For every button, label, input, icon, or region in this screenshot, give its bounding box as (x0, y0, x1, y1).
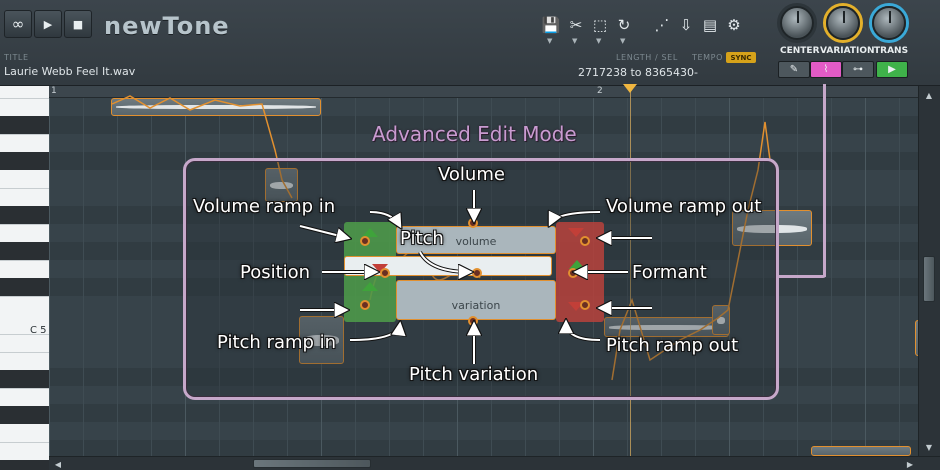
label-pitch-ramp-out: Pitch ramp out (606, 335, 739, 356)
label-volume: Volume (438, 164, 505, 185)
label-position: Position (240, 262, 311, 283)
label-volume-ramp-out: Volume ramp out (606, 196, 762, 217)
label-pitch-ramp-in: Pitch ramp in (217, 332, 337, 353)
callout-arrows (299, 190, 652, 364)
label-formant: Formant (632, 262, 707, 283)
label-pitch-variation: Pitch variation (409, 364, 539, 385)
label-volume-ramp-in: Volume ramp in (193, 196, 336, 217)
label-pitch: Pitch (400, 228, 444, 249)
